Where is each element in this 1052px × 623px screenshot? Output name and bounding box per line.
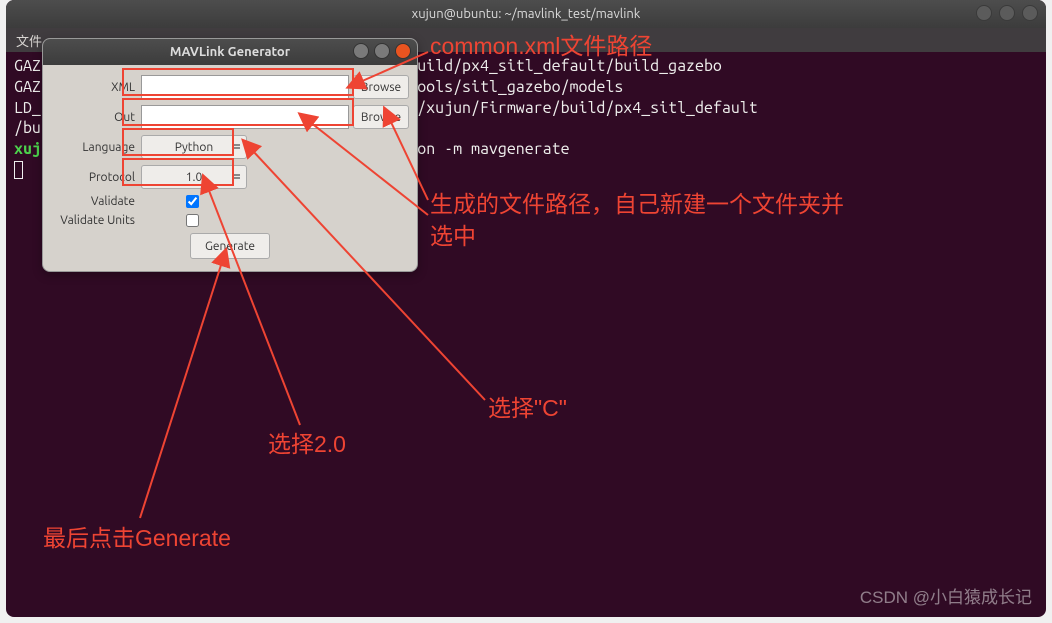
language-select[interactable]: Python bbox=[141, 135, 247, 159]
validate-units-checkbox[interactable] bbox=[186, 214, 199, 227]
validate-units-row: Validate Units bbox=[51, 214, 409, 227]
minimize-icon[interactable] bbox=[976, 5, 992, 21]
close-icon[interactable] bbox=[395, 43, 411, 59]
validate-label: Validate bbox=[51, 195, 141, 208]
xml-input[interactable] bbox=[141, 75, 349, 99]
annotation-out-path: 生成的文件路径，自己新建一个文件夹并选中 bbox=[430, 188, 860, 252]
maximize-icon[interactable] bbox=[999, 5, 1015, 21]
xml-browse-button[interactable]: Browse bbox=[353, 75, 409, 99]
annotation-select-20: 选择2.0 bbox=[268, 428, 346, 460]
annotation-select-c: 选择"C" bbox=[488, 392, 567, 424]
dialog-body: XML Browse Out Browse Language Python Pr… bbox=[43, 65, 417, 271]
validate-checkbox[interactable] bbox=[186, 195, 199, 208]
dialog-title: MAVLink Generator bbox=[170, 45, 290, 59]
out-browse-button[interactable]: Browse bbox=[353, 105, 409, 129]
protocol-row: Protocol 1.0 bbox=[51, 165, 409, 189]
language-row: Language Python bbox=[51, 135, 409, 159]
terminal-window-controls bbox=[976, 5, 1038, 21]
annotation-xml-path: common.xml文件路径 bbox=[430, 30, 652, 62]
validate-row: Validate bbox=[51, 195, 409, 208]
language-label: Language bbox=[51, 141, 141, 154]
close-icon[interactable] bbox=[1022, 5, 1038, 21]
xml-row: XML Browse bbox=[51, 75, 409, 99]
validate-units-label: Validate Units bbox=[51, 214, 141, 227]
minimize-icon[interactable] bbox=[353, 43, 369, 59]
menu-file[interactable]: 文件 bbox=[16, 31, 42, 50]
xml-label: XML bbox=[51, 81, 141, 94]
protocol-label: Protocol bbox=[51, 171, 141, 184]
out-row: Out Browse bbox=[51, 105, 409, 129]
dialog-window-controls bbox=[353, 43, 411, 59]
generate-button[interactable]: Generate bbox=[190, 233, 270, 259]
out-label: Out bbox=[51, 111, 141, 124]
maximize-icon[interactable] bbox=[374, 43, 390, 59]
mavlink-generator-dialog: MAVLink Generator XML Browse Out Browse … bbox=[42, 38, 418, 272]
terminal-line: /bu bbox=[14, 119, 41, 137]
annotation-generate: 最后点击Generate bbox=[43, 522, 231, 554]
dialog-titlebar[interactable]: MAVLink Generator bbox=[43, 39, 417, 65]
cursor-icon bbox=[14, 161, 23, 179]
watermark: CSDN @小白猿成长记 bbox=[860, 583, 1032, 608]
terminal-title: xujun@ubuntu: ~/mavlink_test/mavlink bbox=[412, 7, 641, 21]
out-input[interactable] bbox=[141, 105, 349, 129]
protocol-select[interactable]: 1.0 bbox=[141, 165, 247, 189]
terminal-titlebar: xujun@ubuntu: ~/mavlink_test/mavlink bbox=[6, 0, 1046, 28]
